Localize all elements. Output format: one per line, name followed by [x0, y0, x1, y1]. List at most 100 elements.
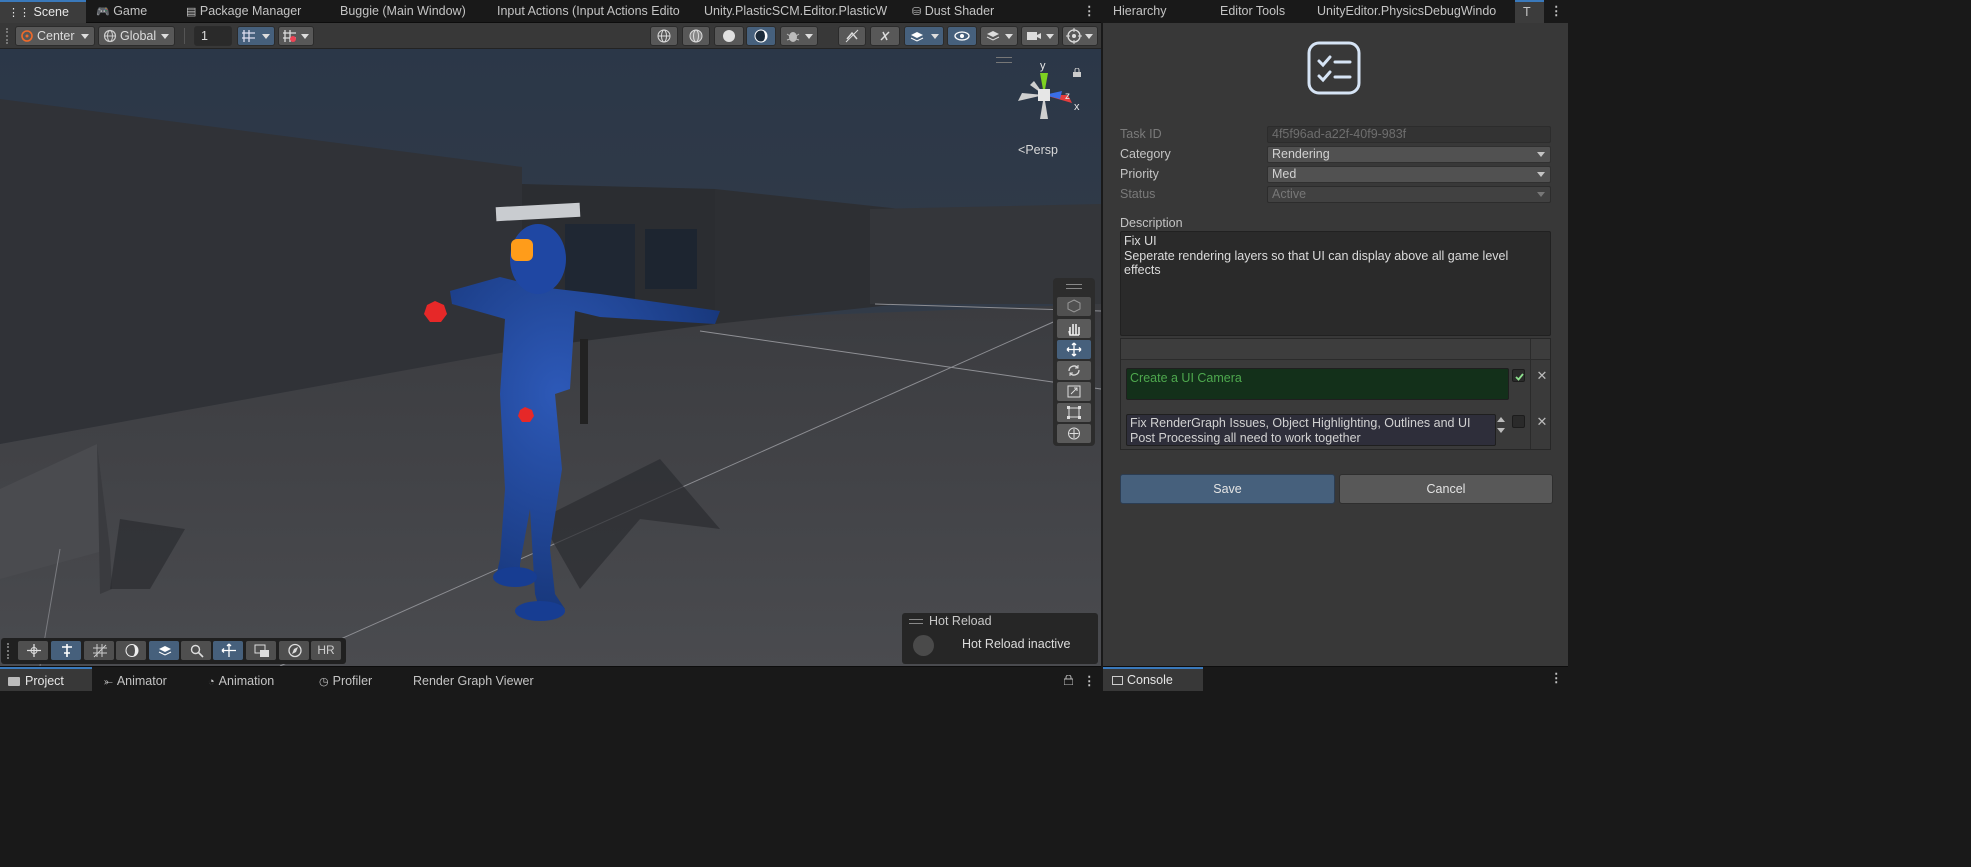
draw-mode-wireframe-button[interactable] [650, 26, 678, 46]
draw-mode-shaded-wire-button[interactable] [682, 26, 710, 46]
description-label: Description [1120, 216, 1183, 230]
overlay-grip-icon [909, 619, 923, 624]
lock-icon[interactable] [1063, 667, 1076, 691]
hand-tool[interactable] [1057, 319, 1091, 338]
orientation-gizmo[interactable] [1010, 61, 1090, 131]
gizmos-dropdown[interactable] [1062, 26, 1098, 46]
bottom-tool-camera[interactable] [246, 641, 276, 660]
camera-dropdown[interactable] [1021, 26, 1059, 46]
pivot-label: Center [37, 29, 75, 43]
draw-mode-shaded-button[interactable] [714, 26, 744, 46]
tab-animation-label: Animation [218, 674, 275, 688]
visibility-toggle-button[interactable] [947, 26, 977, 46]
chevron-down-icon [1085, 34, 1093, 39]
subtask-scroll-arrows[interactable] [1497, 417, 1507, 441]
tab-animation[interactable]: ◔ Animation [208, 667, 274, 691]
tab-animator[interactable]: ⤜ Animator [104, 667, 167, 691]
subtask-item[interactable]: Fix RenderGraph Issues, Object Highlight… [1126, 414, 1496, 446]
chevron-down-icon [81, 34, 89, 39]
scale-tool[interactable] [1057, 382, 1091, 401]
console-icon [1112, 676, 1123, 685]
checkmark-icon [1515, 373, 1524, 381]
bottom-tool-align[interactable] [51, 641, 81, 660]
chevron-down-icon [301, 34, 309, 39]
tab-task-editor[interactable]: T [1515, 0, 1544, 23]
increment-snap-button[interactable] [278, 26, 314, 46]
bottom-tool-compass[interactable] [279, 641, 309, 660]
tab-physics-debug-label: UnityEditor.PhysicsDebugWindo [1317, 4, 1497, 18]
save-button[interactable]: Save [1120, 474, 1335, 504]
draw-mode-lit-button[interactable] [746, 26, 776, 46]
effects-dropdown[interactable] [904, 26, 944, 46]
layers-dropdown[interactable] [980, 26, 1018, 46]
compass-icon [288, 643, 302, 658]
right-tab-menu-icon[interactable]: ⋮ [1550, 0, 1563, 23]
category-dropdown[interactable]: Rendering [1267, 146, 1551, 163]
profiler-icon: ◷ [319, 676, 329, 688]
moon-icon [125, 644, 139, 657]
bottom-menu-icon[interactable]: ⋮ [1083, 667, 1096, 691]
tab-plastic-scm[interactable]: Unity.PlasticSCM.Editor.PlasticW [696, 0, 892, 23]
console-menu-icon[interactable]: ⋮ [1550, 670, 1563, 685]
subtask-done-checkbox[interactable] [1512, 369, 1525, 382]
2d-toggle-button[interactable] [838, 26, 866, 46]
pivot-dropdown[interactable]: Center [15, 26, 95, 46]
tab-physics-debug[interactable]: UnityEditor.PhysicsDebugWindo [1317, 0, 1503, 23]
scene-viewport[interactable]: y x z <Persp Hot Reload Hot Reload inact… [0, 49, 1101, 666]
camera-preview-icon [254, 644, 269, 657]
grid-snap-icon [242, 30, 255, 42]
bottom-tool-move[interactable] [18, 641, 48, 660]
tab-package-manager[interactable]: ▤ Package Manager [178, 0, 326, 23]
tab-render-graph-viewer[interactable]: Render Graph Viewer [413, 667, 534, 691]
tab-scene[interactable]: ⋮⋮ Scene [0, 0, 86, 23]
tab-scene-label: Scene [33, 5, 69, 19]
bottom-tool-search[interactable] [181, 641, 211, 660]
persp-toggle[interactable]: <Persp [1018, 143, 1058, 157]
tab-hierarchy[interactable]: Hierarchy [1113, 0, 1167, 23]
tab-game[interactable]: 🎮 Game [88, 0, 178, 23]
tab-dust-shader[interactable]: ⛁ Dust Shader [904, 0, 1014, 23]
bottom-tool-hr[interactable]: HR [311, 641, 341, 660]
status-label: Status [1120, 187, 1156, 201]
tab-input-actions[interactable]: Input Actions (Input Actions Edito [489, 0, 684, 23]
tab-task-editor-label: T [1523, 5, 1531, 19]
tab-dust-shader-label: Dust Shader [924, 4, 995, 18]
rect-tool[interactable] [1057, 403, 1091, 422]
move-arrows-icon [27, 644, 41, 657]
subtask-item[interactable]: Create a UI Camera [1126, 368, 1509, 400]
tab-editor-tools[interactable]: Editor Tools [1220, 0, 1285, 23]
search-icon [190, 644, 204, 658]
remove-subtask-close-icon[interactable]: ✕ [1534, 368, 1550, 383]
cancel-button[interactable]: Cancel [1339, 474, 1553, 504]
globe-icon [103, 29, 117, 43]
subtask-list: Create a UI Camera ✕ Fix RenderGraph Iss… [1120, 338, 1551, 450]
bottom-tool-layers[interactable] [149, 641, 179, 660]
description-textarea[interactable]: Fix UI Seperate rendering layers so that… [1120, 231, 1551, 336]
animation-icon: ◔ [208, 676, 215, 688]
bottom-tool-shading[interactable] [116, 641, 146, 660]
bottom-tool-grid[interactable] [84, 641, 114, 660]
package-icon: ▤ [186, 6, 197, 18]
tab-project[interactable]: Project [0, 667, 92, 691]
tab-project-label: Project [25, 674, 64, 688]
tab-profiler[interactable]: ◷ Profiler [319, 667, 372, 691]
grid-size-input[interactable]: 1 [194, 26, 232, 46]
view-tool-cube[interactable] [1057, 297, 1091, 316]
chevron-down-icon [931, 34, 939, 39]
debug-draw-dropdown[interactable] [780, 26, 818, 46]
grid-snap-button[interactable] [237, 26, 275, 46]
rotate-tool[interactable] [1057, 361, 1091, 380]
transform-tool[interactable] [1057, 424, 1091, 443]
lighting-toggle-button[interactable] [870, 26, 900, 46]
tab-render-graph-viewer-label: Render Graph Viewer [413, 674, 534, 688]
bottom-tool-pivot[interactable] [213, 641, 243, 660]
tab-console[interactable]: Console [1103, 667, 1203, 691]
priority-dropdown[interactable]: Med [1267, 166, 1551, 183]
tab-buggie[interactable]: Buggie (Main Window) [332, 0, 482, 23]
space-dropdown[interactable]: Global [98, 26, 175, 46]
remove-subtask-close-icon[interactable]: ✕ [1534, 414, 1550, 429]
tab-menu-icon[interactable]: ⋮ [1078, 0, 1098, 23]
move-tool[interactable] [1057, 340, 1091, 359]
subtask-checkbox[interactable] [1512, 415, 1525, 428]
pivot-icon [21, 30, 33, 42]
